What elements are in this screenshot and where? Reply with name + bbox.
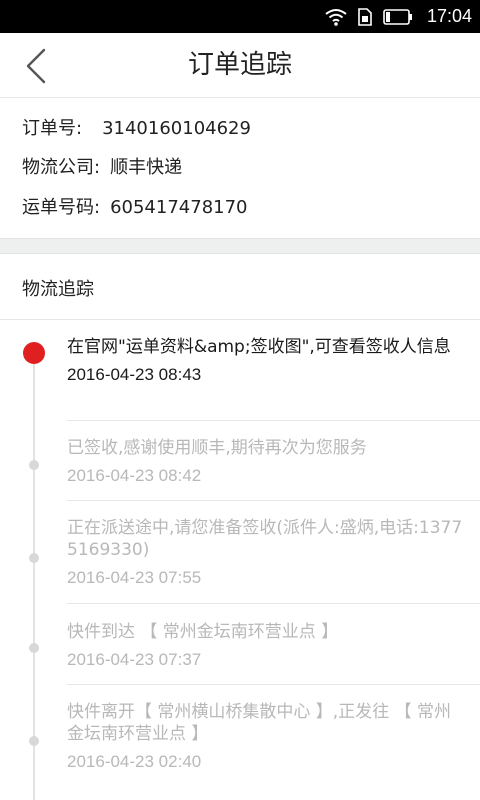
waybill-number-label: 运单号码: bbox=[22, 197, 101, 218]
event-text: 已签收,感谢使用顺丰,期待再次为您服务 bbox=[67, 438, 367, 458]
timeline-dot-icon bbox=[29, 736, 39, 746]
tracking-title: 物流追踪 bbox=[22, 279, 94, 300]
event-divider bbox=[67, 603, 480, 604]
event-text: 在官网"运单资料&amp;签收图",可查看签收人信息 bbox=[67, 337, 451, 357]
event-divider bbox=[67, 420, 480, 421]
event-time: 2016-04-23 07:55 bbox=[67, 568, 202, 587]
battery-icon bbox=[383, 8, 413, 25]
status-time: 17:04 bbox=[426, 6, 472, 26]
logistics-company-row: 物流公司: 顺丰快递 bbox=[22, 153, 182, 179]
current-status-dot-icon bbox=[23, 342, 45, 364]
order-number-value: 3140160104629 bbox=[102, 118, 251, 139]
event-time: 2016-04-23 08:42 bbox=[67, 466, 202, 485]
page-title: 订单追踪 bbox=[187, 50, 292, 80]
event-text: 正在派送途中,请您准备签收(派件人:盛炳,电话:13775169330) bbox=[67, 518, 463, 560]
waybill-number-value: 605417478170 bbox=[110, 197, 248, 218]
logistics-company-value: 顺丰快递 bbox=[110, 157, 183, 178]
timeline-dot-icon bbox=[29, 460, 39, 470]
timeline-dot-icon bbox=[29, 553, 39, 563]
status-bar: 17:04 bbox=[0, 0, 480, 33]
back-button[interactable] bbox=[18, 47, 54, 85]
logistics-company-label: 物流公司: bbox=[22, 157, 101, 178]
chevron-left-icon bbox=[26, 48, 46, 84]
title-bar: 订单追踪 bbox=[0, 33, 480, 98]
order-number-label: 订单号: bbox=[22, 118, 83, 139]
event-time: 2016-04-23 08:43 bbox=[67, 365, 202, 384]
event-time: 2016-04-23 07:37 bbox=[67, 650, 202, 669]
event-text: 快件离开【 常州横山桥集散中心 】,正发往 【 常州金坛南环营业点 】 bbox=[67, 702, 452, 744]
timeline-line bbox=[33, 350, 35, 800]
order-info: 订单号: 3140160104629 物流公司: 顺丰快递 运单号码: 6054174… bbox=[0, 98, 480, 238]
waybill-number-row: 运单号码: 605417478170 bbox=[22, 193, 248, 219]
sim-card-icon bbox=[357, 7, 373, 26]
section-divider bbox=[0, 238, 480, 254]
tracking-header: 物流追踪 bbox=[0, 254, 480, 320]
order-number-row: 订单号: 3140160104629 bbox=[22, 114, 251, 140]
event-divider bbox=[67, 684, 480, 685]
event-time: 2016-04-23 02:40 bbox=[67, 752, 202, 771]
event-divider bbox=[67, 500, 480, 501]
wifi-icon bbox=[325, 8, 347, 26]
event-text: 快件到达 【 常州金坛南环营业点 】 bbox=[67, 622, 339, 642]
tracking-timeline: 在官网"运单资料&amp;签收图",可查看签收人信息 2016-04-23 08… bbox=[0, 320, 480, 800]
timeline-dot-icon bbox=[29, 643, 39, 653]
